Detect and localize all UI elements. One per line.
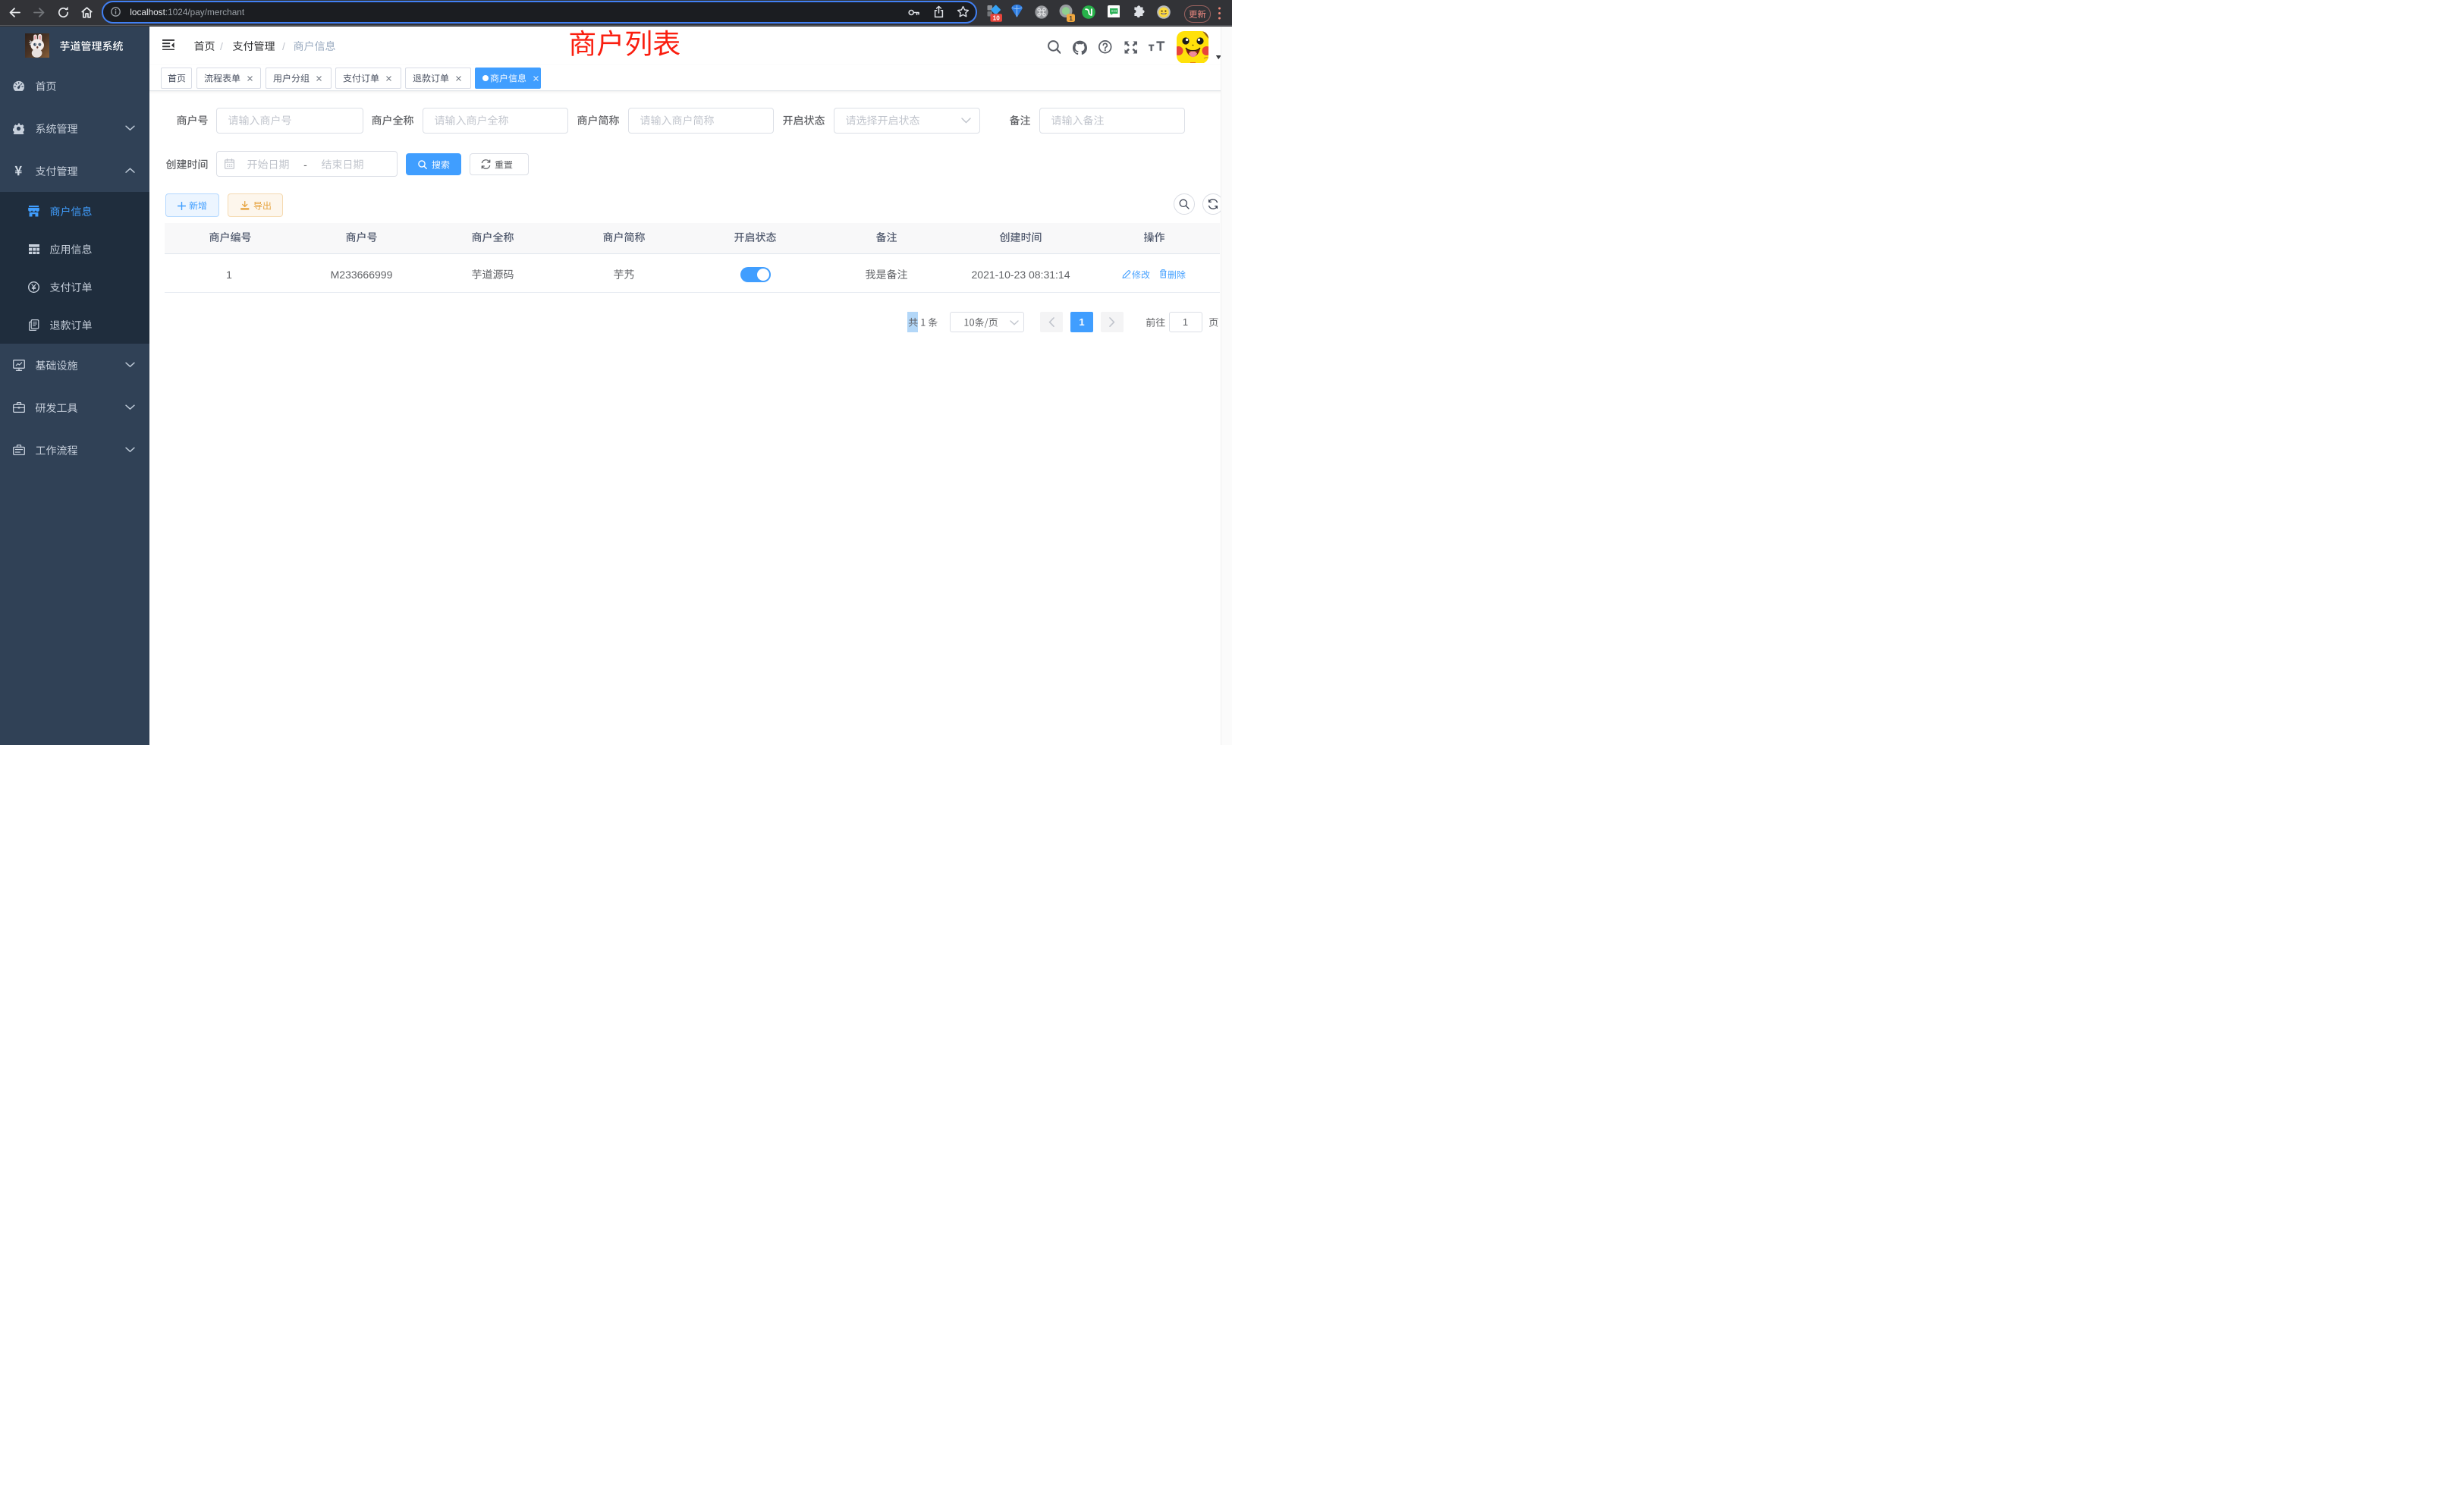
svg-text:10: 10 bbox=[993, 14, 1001, 21]
svg-text:1: 1 bbox=[1069, 14, 1073, 22]
